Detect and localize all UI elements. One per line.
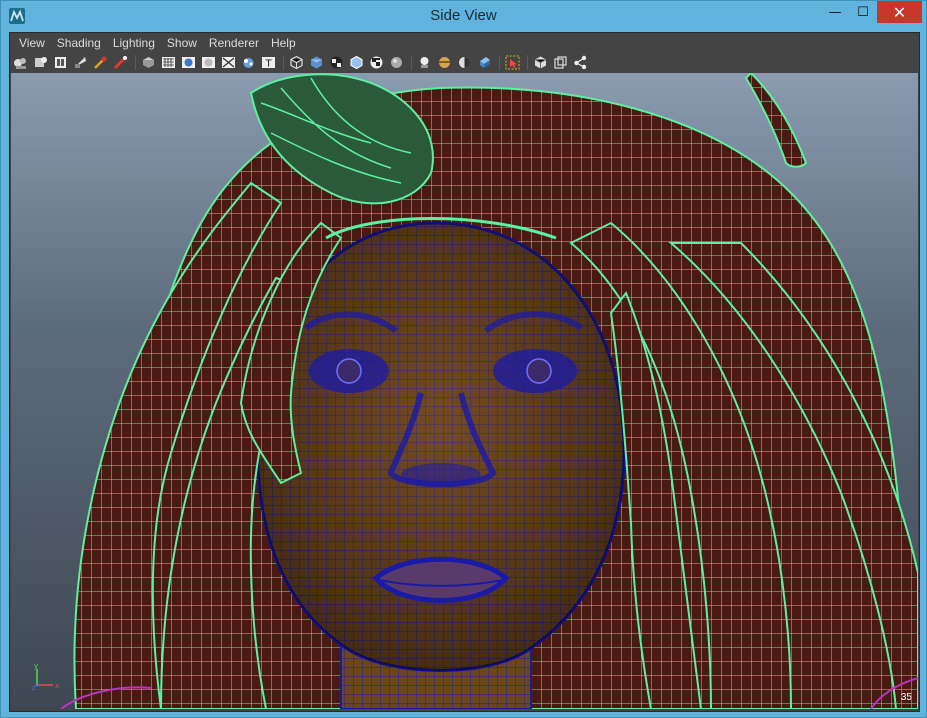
toolbar-separator: [135, 55, 136, 70]
cube-xray-icon[interactable]: [348, 54, 365, 71]
menu-show[interactable]: Show: [162, 33, 202, 53]
isolate-icon[interactable]: [112, 54, 129, 71]
menu-help[interactable]: Help: [266, 33, 301, 53]
axis-z-label: z: [32, 685, 35, 691]
window-title: Side View: [430, 7, 497, 24]
maya-window: Side View — ☐ ✕ View Shading Lighting Sh…: [0, 0, 927, 718]
panel-toolbar: T: [10, 53, 919, 72]
mouth: [372, 556, 510, 603]
checker-icon[interactable]: [368, 54, 385, 71]
view-axis-indicator: y x z: [31, 661, 61, 692]
2d-pan-icon[interactable]: [72, 54, 89, 71]
light-bulb-icon[interactable]: [416, 54, 433, 71]
material-icon[interactable]: [456, 54, 473, 71]
sphere-white-icon[interactable]: [436, 54, 453, 71]
menu-lighting[interactable]: Lighting: [108, 33, 160, 53]
cube-smooth-icon[interactable]: [308, 54, 325, 71]
svg-text:T: T: [264, 59, 272, 70]
bookmark-icon[interactable]: [32, 54, 49, 71]
menu-view[interactable]: View: [14, 33, 50, 53]
sphere-grey-icon[interactable]: [388, 54, 405, 71]
toolbar-separator: [499, 55, 500, 70]
film-gate-icon[interactable]: [552, 54, 569, 71]
frame-counter: 35: [900, 692, 912, 703]
image-plane-icon[interactable]: [52, 54, 69, 71]
panel-menubar: View Shading Lighting Show Renderer Help: [10, 33, 919, 53]
menu-renderer[interactable]: Renderer: [204, 33, 264, 53]
close-button[interactable]: ✕: [877, 1, 922, 23]
smooth-shade-icon[interactable]: [160, 54, 177, 71]
axis-y-label: y: [34, 662, 38, 670]
maximize-button[interactable]: ☐: [849, 1, 877, 23]
textured-icon[interactable]: [180, 54, 197, 71]
3d-viewport[interactable]: y x z 35: [11, 73, 918, 709]
wireframe-icon[interactable]: [140, 54, 157, 71]
shadows-icon[interactable]: [220, 54, 237, 71]
cube-blue-icon[interactable]: [476, 54, 493, 71]
minimize-button[interactable]: —: [821, 1, 849, 23]
xray-joints-icon[interactable]: T: [260, 54, 277, 71]
toolbar-separator: [527, 55, 528, 70]
wireframe-on-shaded-icon[interactable]: [288, 54, 305, 71]
title-bar[interactable]: Side View — ☐ ✕: [1, 1, 926, 31]
toolbar-separator: [411, 55, 412, 70]
wireframe-scene: [60, 73, 918, 709]
menu-shading[interactable]: Shading: [52, 33, 106, 53]
xray-icon[interactable]: [240, 54, 257, 71]
model-panel: View Shading Lighting Show Renderer Help: [9, 32, 920, 712]
use-lights-icon[interactable]: [200, 54, 217, 71]
toolbar-separator: [283, 55, 284, 70]
camera-attributes-icon[interactable]: [12, 54, 29, 71]
axis-x-label: x: [55, 682, 59, 690]
cube-texture-icon[interactable]: [328, 54, 345, 71]
select-camera-icon[interactable]: [504, 54, 521, 71]
camera-frame-icon[interactable]: [532, 54, 549, 71]
graph-icon[interactable]: [572, 54, 589, 71]
grease-pencil-icon[interactable]: [92, 54, 109, 71]
